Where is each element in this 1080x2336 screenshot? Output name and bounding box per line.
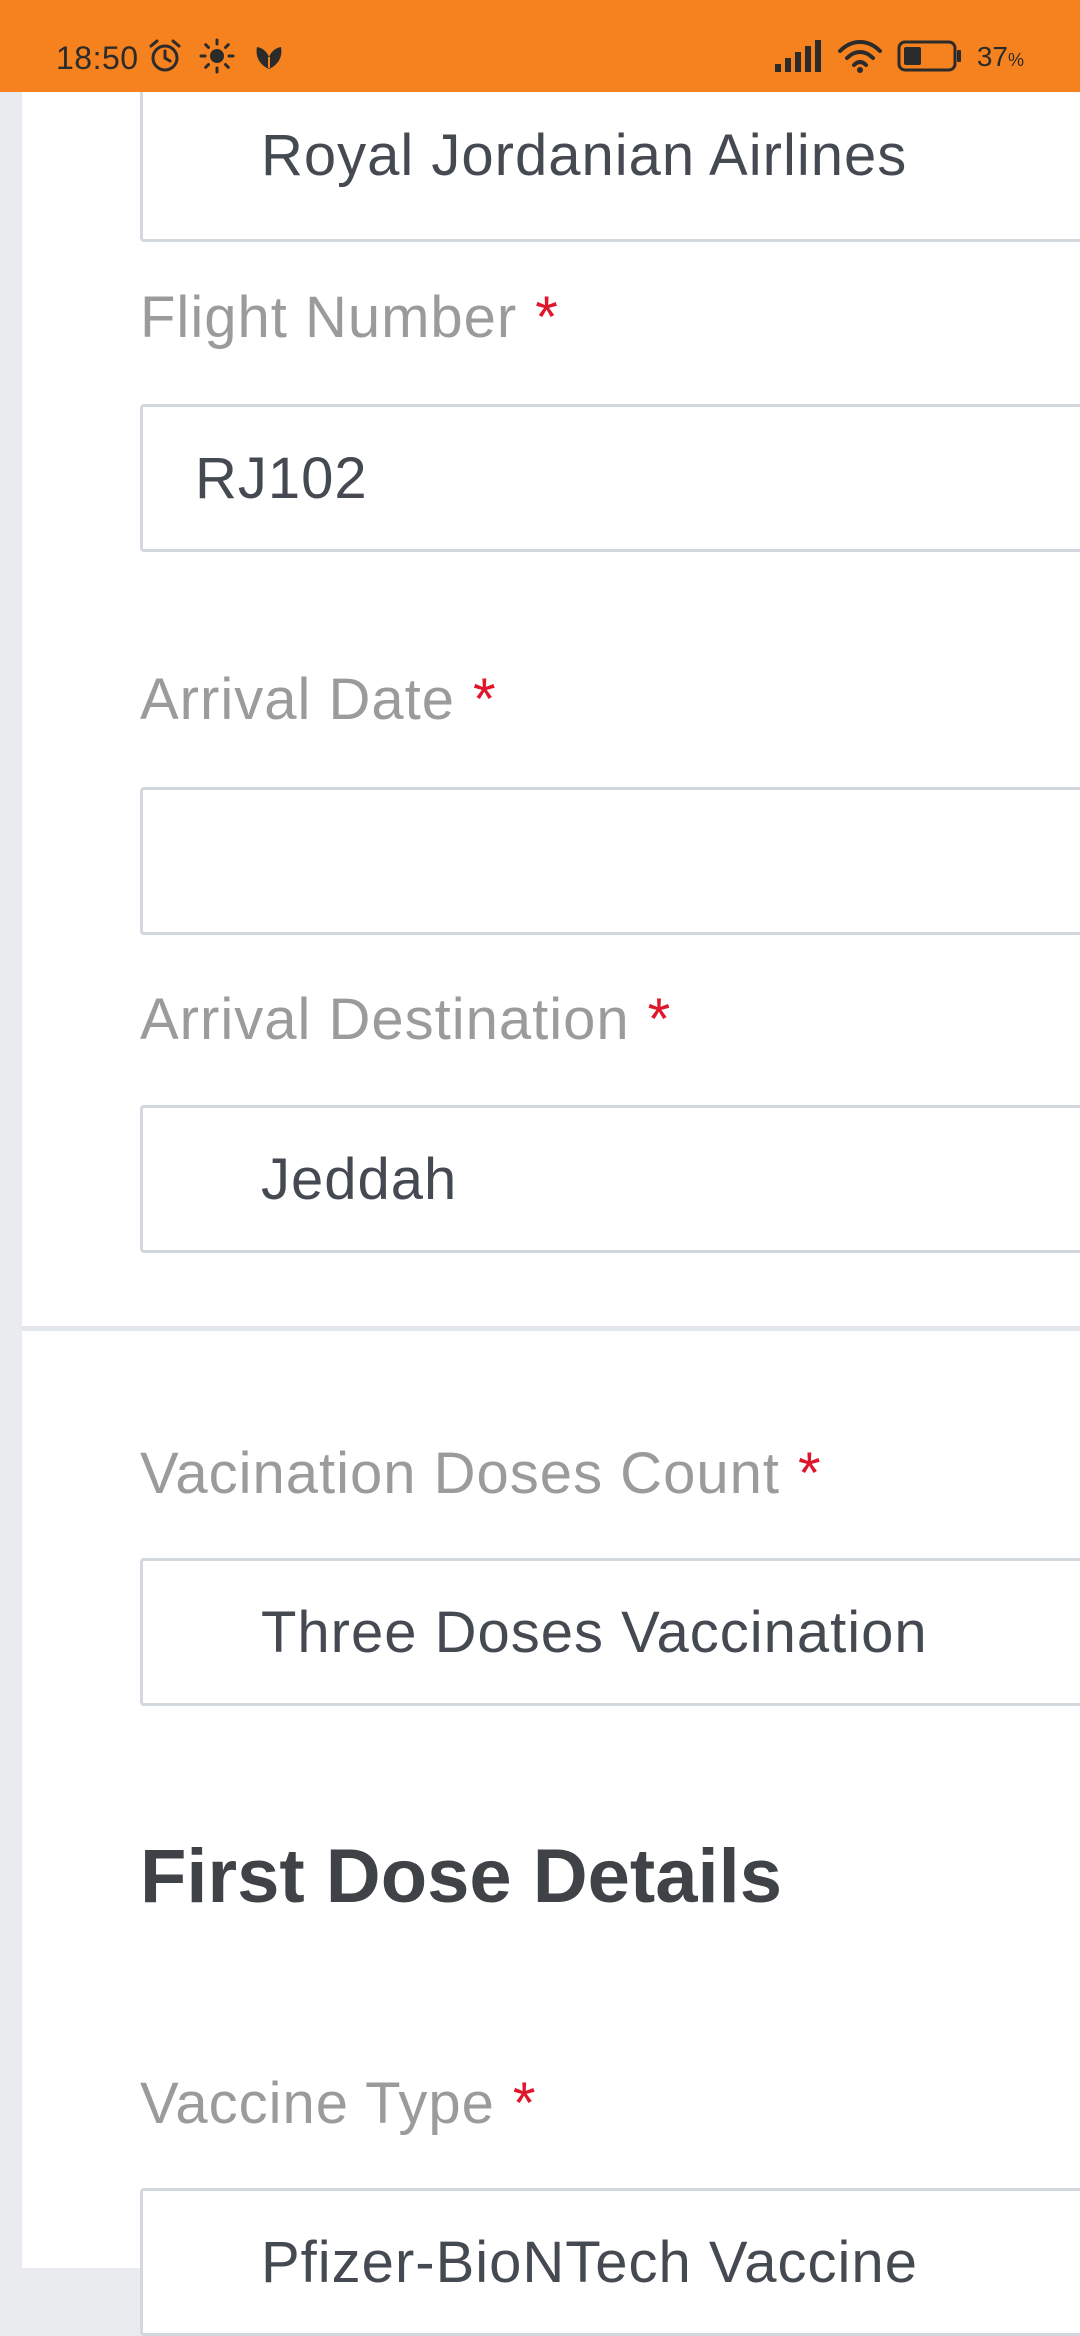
arrival-destination-select[interactable]: Jeddah (140, 1105, 1080, 1253)
required-asterisk: * (512, 2071, 537, 2136)
battery-icon (897, 39, 963, 78)
alarm-icon (146, 37, 184, 80)
status-icons-left (146, 38, 288, 78)
status-icons-right: 37% (773, 38, 1024, 78)
section-divider (22, 1326, 1080, 1331)
required-asterisk: * (797, 1441, 822, 1506)
doses-count-label: Vacination Doses Count * (140, 1441, 822, 1506)
status-bar: 18:50 37% (0, 0, 1080, 92)
app-notification-icon (250, 37, 288, 80)
wifi-icon (837, 38, 883, 79)
doses-count-value: Three Doses Vaccination (261, 1599, 928, 1665)
brightness-icon (198, 37, 236, 80)
flight-number-input[interactable]: RJ102 (140, 404, 1080, 552)
first-dose-heading: First Dose Details (140, 1834, 782, 1919)
battery-percent: 37% (976, 40, 1024, 72)
airline-select[interactable]: Royal Jordanian Airlines (140, 92, 1080, 242)
required-asterisk: * (472, 667, 497, 732)
vaccine-type-label: Vaccine Type * (140, 2071, 537, 2136)
vaccine-type-select[interactable]: Pfizer-BioNTech Vaccine (140, 2188, 1080, 2336)
arrival-destination-label: Arrival Destination * (140, 987, 672, 1052)
required-asterisk: * (535, 285, 559, 350)
doses-count-select[interactable]: Three Doses Vaccination (140, 1558, 1080, 1706)
battery-fill (903, 46, 921, 65)
flight-number-value: RJ102 (195, 445, 368, 511)
status-time: 18:50 (56, 40, 139, 76)
arrival-date-label: Arrival Date * (140, 667, 497, 732)
required-asterisk: * (647, 987, 672, 1052)
arrival-date-input[interactable] (140, 787, 1080, 935)
flight-number-label: Flight Number * (140, 285, 559, 350)
arrival-destination-value: Jeddah (261, 1146, 458, 1212)
airline-value: Royal Jordanian Airlines (261, 123, 908, 188)
signal-icon (773, 39, 823, 78)
vaccine-type-value: Pfizer-BioNTech Vaccine (261, 2229, 918, 2295)
form-page: Royal Jordanian Airlines Flight Number * … (22, 92, 1080, 2336)
